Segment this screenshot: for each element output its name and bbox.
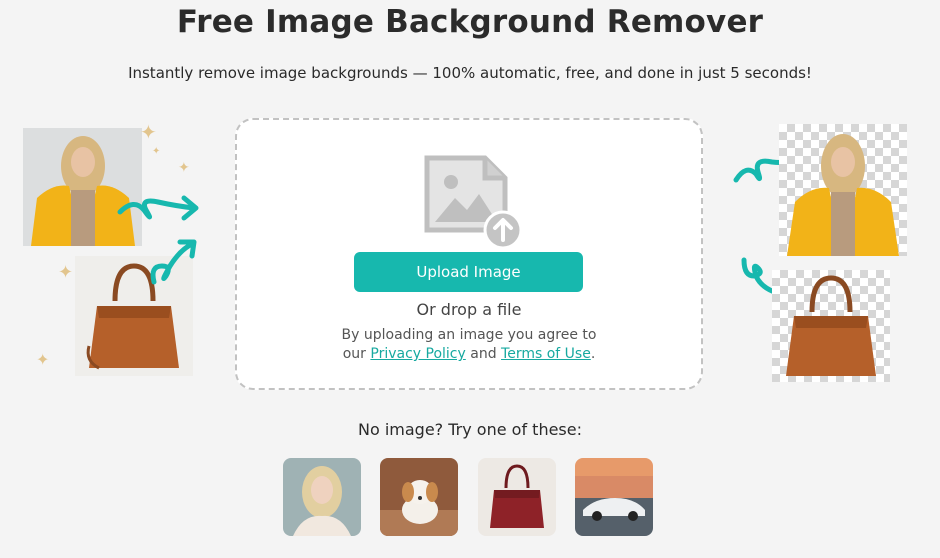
privacy-policy-link[interactable]: Privacy Policy <box>370 346 465 362</box>
sparkle-icon: ✦ <box>178 160 190 176</box>
upload-dropzone[interactable]: Upload Image Or drop a file By uploading… <box>235 118 703 390</box>
terms-notice: By uploading an image you agree to our P… <box>237 326 701 364</box>
sample-prompt: No image? Try one of these: <box>357 420 582 439</box>
sparkle-icon: ✦ <box>36 350 50 369</box>
page-title: Free Image Background Remover <box>176 4 764 40</box>
curly-arrow-icon <box>117 195 199 221</box>
curly-arrow-icon <box>150 239 197 285</box>
terms-notice-prefix: By uploading an image you agree to <box>341 327 597 343</box>
terms-notice-period: . <box>590 346 596 362</box>
sample-handbag-thumbnail[interactable] <box>478 458 556 536</box>
sparkle-icon: ✦ <box>152 146 161 157</box>
after-handbag-image <box>772 270 890 382</box>
after-woman-image <box>779 124 907 256</box>
image-upload-icon <box>424 155 523 250</box>
sample-woman-thumbnail[interactable] <box>283 458 361 536</box>
drop-file-text: Or drop a file <box>416 300 522 319</box>
terms-notice-and: and <box>470 346 497 362</box>
sample-puppy-thumbnail[interactable] <box>380 458 458 536</box>
terms-of-use-link[interactable]: Terms of Use <box>501 346 591 362</box>
sparkle-icon: ✦ <box>140 120 157 144</box>
page-subtitle: Instantly remove image backgrounds — 100… <box>128 64 812 82</box>
terms-notice-our: our <box>342 346 366 362</box>
sparkle-icon: ✦ <box>58 262 74 283</box>
upload-image-button[interactable]: Upload Image <box>354 252 583 292</box>
sample-car-thumbnail[interactable] <box>575 458 653 536</box>
